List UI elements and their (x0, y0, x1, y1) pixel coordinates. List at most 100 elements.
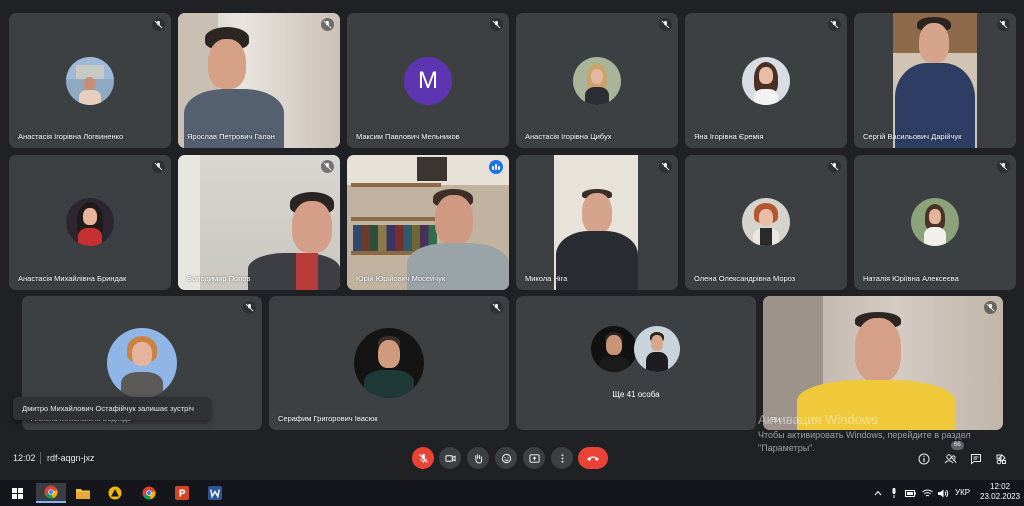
participant-name: Анастасія Михайлівна Бриндак (18, 274, 127, 283)
activities-icon (996, 454, 1006, 465)
mic-off-icon (243, 301, 256, 314)
tray-mic-icon[interactable] (888, 487, 900, 499)
taskbar-chrome[interactable] (138, 483, 160, 503)
participant-tile[interactable]: Олена Олександрівна Мороз (685, 155, 847, 290)
participant-avatar: M (404, 57, 452, 105)
taskbar-file-explorer[interactable] (72, 483, 94, 503)
participant-tile[interactable]: Анастасія Ігорівна Цибух (516, 13, 678, 148)
mic-off-icon (321, 160, 334, 173)
participant-tile[interactable]: Анастасія Ігорівна Логвиненко (9, 13, 171, 148)
tray-volume-icon[interactable] (937, 487, 949, 499)
more-avatar-1 (591, 326, 637, 372)
participant-tile[interactable]: Яна Ігорівна Єремія (685, 13, 847, 148)
mic-off-icon (828, 18, 841, 31)
keyboard-language[interactable]: УКР (955, 488, 970, 497)
leave-call-button[interactable] (578, 447, 608, 469)
taskbar-word[interactable] (204, 483, 226, 503)
participant-video (893, 13, 977, 148)
clock-time: 12:02 (990, 482, 1011, 491)
participant-tile[interactable]: Ярослав Петрович Галан (178, 13, 340, 148)
windows-logo-icon (11, 487, 23, 499)
system-clock[interactable]: 12:02 23.02.2023 (980, 482, 1020, 502)
participants-count-badge: 66 (951, 441, 964, 450)
raise-hand-button[interactable] (467, 447, 489, 469)
tray-chevron-up-icon[interactable] (872, 487, 884, 499)
meeting-details-button[interactable] (916, 451, 932, 467)
leave-notification: Дмитро Михайлович Остафійчук залишає зус… (13, 397, 210, 420)
raise-hand-icon (474, 453, 482, 464)
speaking-indicator-icon (489, 160, 503, 174)
taskbar-app[interactable] (104, 483, 126, 503)
more-vert-icon (561, 453, 563, 463)
powerpoint-icon (175, 486, 189, 500)
mic-off-icon (997, 18, 1010, 31)
participant-name: Серафим Григорович Івасюк (278, 414, 378, 423)
chat-icon (971, 454, 981, 465)
participant-tile[interactable]: Наталія Юріївна Алексеєва (854, 155, 1016, 290)
participant-video (554, 155, 638, 290)
participant-tile[interactable]: M Максим Павлович Мельников (347, 13, 509, 148)
mic-off-icon (321, 18, 334, 31)
participant-avatar (742, 198, 790, 246)
app-triangle-icon (108, 486, 122, 500)
participant-avatar (66, 198, 114, 246)
participant-avatar (354, 328, 424, 398)
tray-battery-icon[interactable] (904, 487, 916, 499)
info-icon (918, 453, 930, 465)
chat-button[interactable] (968, 451, 984, 467)
present-icon (528, 453, 540, 463)
emoji-icon (501, 453, 511, 463)
more-options-button[interactable] (551, 447, 573, 469)
participant-name: Анастасія Ігорівна Цибух (525, 132, 612, 141)
participant-avatar (742, 57, 790, 105)
call-end-icon (587, 456, 599, 461)
windows-activation-title: Активация Windows (758, 412, 878, 427)
participant-name: Анастасія Ігорівна Логвиненко (18, 132, 124, 141)
participant-name: Наталія Юріївна Алексеєва (863, 274, 959, 283)
participant-video (178, 155, 340, 290)
folder-icon (76, 489, 90, 499)
windows-taskbar (0, 480, 1024, 506)
camera-toggle-button[interactable] (439, 447, 461, 469)
people-button[interactable] (942, 451, 958, 467)
mic-off-icon (997, 160, 1010, 173)
people-icon (944, 454, 956, 464)
participant-name: Сергій Васильович Дарійчук (863, 132, 962, 141)
more-participants-tile[interactable]: Ще 41 особа (516, 296, 756, 430)
mic-off-icon (152, 160, 165, 173)
participant-avatar (573, 57, 621, 105)
participant-tile[interactable]: Серафим Григорович Івасюк (269, 296, 509, 430)
participant-name: Яна Ігорівна Єремія (694, 132, 764, 141)
participant-name: Ярослав Петрович Галан (187, 132, 275, 141)
taskbar-powerpoint[interactable] (171, 483, 193, 503)
mic-off-icon (152, 18, 165, 31)
start-button[interactable] (6, 483, 28, 503)
participant-name: Олена Олександрівна Мороз (694, 274, 796, 283)
participant-tile[interactable]: Микола Ніга (516, 155, 678, 290)
present-button[interactable] (523, 447, 545, 469)
participant-video (347, 155, 509, 290)
participant-name: Володимир Попов (187, 274, 251, 283)
participant-avatar (66, 57, 114, 105)
mic-off-icon (984, 301, 997, 314)
participant-tile[interactable]: Анастасія Михайлівна Бриндак (9, 155, 171, 290)
mic-toggle-button[interactable] (412, 447, 434, 469)
self-video (763, 296, 1003, 430)
participant-tile[interactable]: Сергій Васильович Дарійчук (854, 13, 1016, 148)
mic-off-icon (490, 18, 503, 31)
participant-name: Максим Павлович Мельников (356, 132, 460, 141)
tray-wifi-icon[interactable] (921, 487, 933, 499)
activities-button[interactable] (993, 451, 1009, 467)
chrome-icon (142, 486, 156, 500)
self-view-tile[interactable]: Ви (763, 296, 1003, 430)
participant-tile-speaking[interactable]: Юрій Юрійович Мосейчук (347, 155, 509, 290)
taskbar-chrome-active[interactable] (36, 483, 66, 503)
divider (40, 452, 41, 464)
participant-avatar (911, 198, 959, 246)
participant-avatar (107, 328, 177, 398)
word-icon (208, 486, 222, 500)
participant-tile[interactable]: Володимир Попов (178, 155, 340, 290)
reactions-button[interactable] (495, 447, 517, 469)
mic-off-icon (490, 301, 503, 314)
more-avatar-2 (634, 326, 680, 372)
